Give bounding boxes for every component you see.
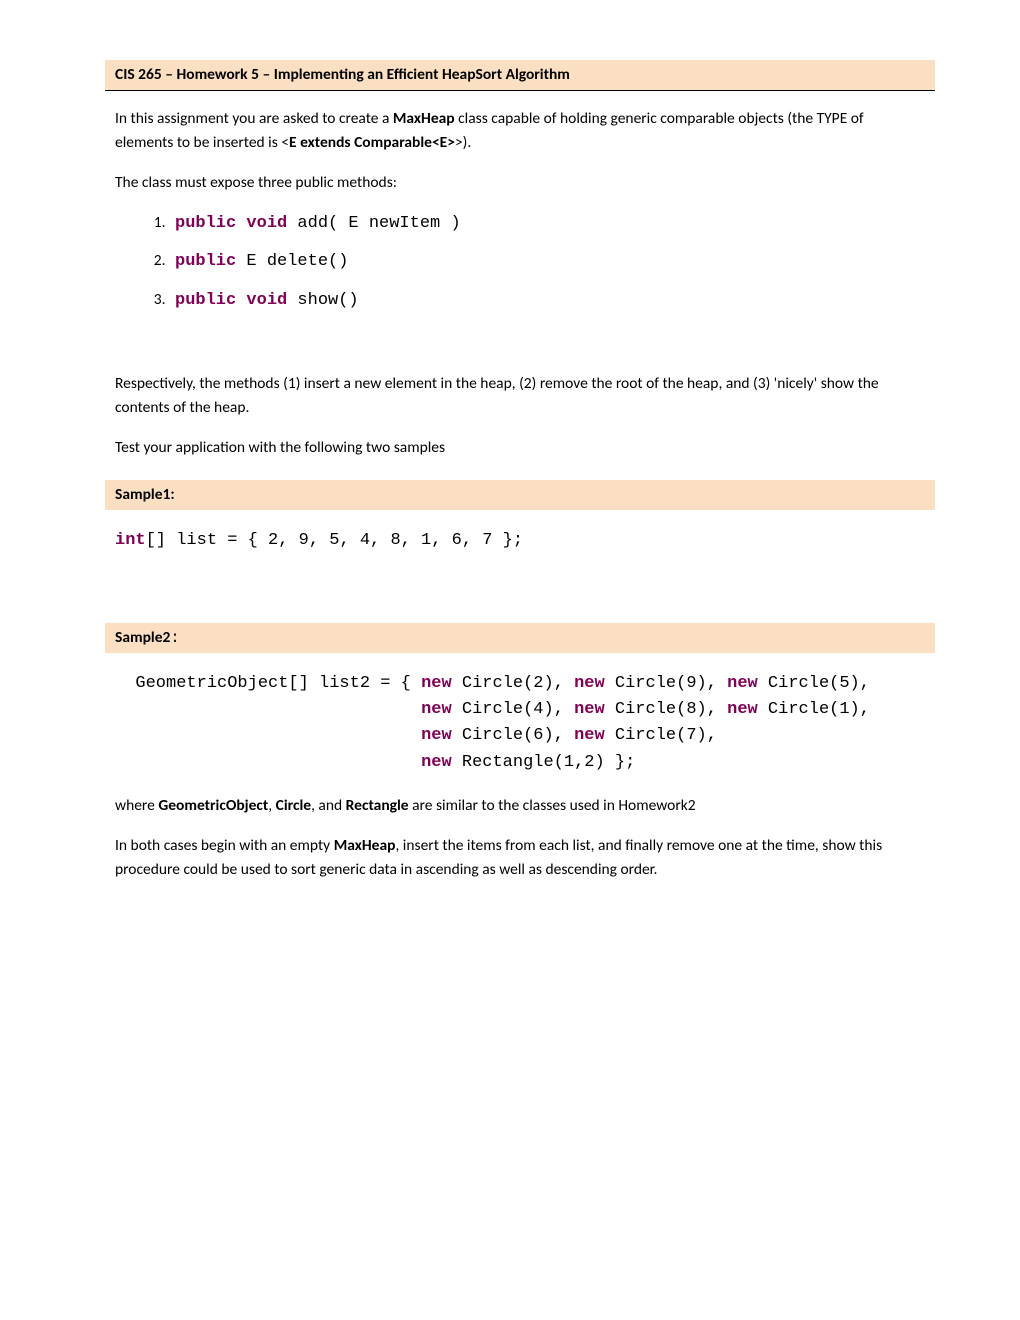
keyword: public void: [175, 214, 287, 233]
code-inline: public E delete(): [175, 252, 348, 271]
keyword: public void: [175, 291, 287, 310]
text-bold: MaxHeap: [393, 109, 455, 128]
methods-list: public void add( E newItem ) public E de…: [115, 211, 925, 314]
sample1-heading: Sample1:: [105, 480, 935, 510]
document-page: CIS 265 – Homework 5 – Implementing an E…: [0, 0, 1020, 958]
code-text: [115, 726, 421, 745]
document-title: CIS 265 – Homework 5 – Implementing an E…: [115, 65, 570, 84]
text-bold: Rectangle: [346, 796, 409, 815]
spacer: [115, 326, 925, 356]
text-bold: GeometricObject: [158, 796, 268, 815]
sample1-code: int[] list = { 2, 9, 5, 4, 8, 1, 6, 7 };: [115, 528, 925, 554]
list-item: public void show(): [169, 288, 925, 314]
code-text: E delete(): [236, 252, 348, 271]
keyword: new: [421, 726, 452, 745]
sample2-code: GeometricObject[] list2 = { new Circle(2…: [115, 671, 925, 776]
keyword: new: [421, 674, 452, 693]
keyword: new: [574, 700, 605, 719]
code-text: [115, 753, 421, 772]
code-text: add( E newItem ): [287, 214, 460, 233]
text: where: [115, 796, 158, 815]
text: , and: [311, 796, 346, 815]
text: are similar to the classes used in Homew…: [409, 796, 696, 815]
footer-paragraph-6: In both cases begin with an empty MaxHea…: [115, 834, 925, 882]
code-text: GeometricObject[] list2 = {: [115, 674, 421, 693]
body-paragraph-3: Respectively, the methods (1) insert a n…: [115, 372, 925, 420]
colon: :: [170, 629, 179, 647]
keyword: int: [115, 531, 146, 550]
code-text: Circle(4),: [452, 700, 574, 719]
code-text: Circle(8),: [605, 700, 727, 719]
keyword: new: [727, 700, 758, 719]
code-text: show(): [287, 291, 358, 310]
code-text: [] list = { 2, 9, 5, 4, 8, 1, 6, 7 };: [146, 531, 523, 550]
document-title-banner: CIS 265 – Homework 5 – Implementing an E…: [105, 60, 935, 91]
code-text: [115, 700, 421, 719]
spacer: [115, 573, 925, 603]
code-text: Circle(1),: [758, 700, 870, 719]
keyword: new: [574, 674, 605, 693]
code-text: Circle(9),: [605, 674, 727, 693]
keyword: public: [175, 252, 236, 271]
list-item: public E delete(): [169, 249, 925, 275]
keyword: new: [574, 726, 605, 745]
text: In this assignment you are asked to crea…: [115, 109, 393, 128]
code-text: Rectangle(1,2) };: [452, 753, 636, 772]
code-inline: public void add( E newItem ): [175, 214, 461, 233]
text-bold: E extends Comparable<E>: [289, 133, 455, 152]
code-text: Circle(7),: [605, 726, 717, 745]
text-bold: MaxHeap: [334, 836, 396, 855]
sample1-label: Sample1:: [115, 485, 175, 504]
keyword: new: [727, 674, 758, 693]
code-text: Circle(6),: [452, 726, 574, 745]
sample2-heading: Sample2:: [105, 623, 935, 653]
text: In both cases begin with an empty: [115, 836, 334, 855]
text: >).: [455, 133, 471, 152]
keyword: new: [421, 700, 452, 719]
sample2-label: Sample2: [115, 628, 170, 647]
body-paragraph-4: Test your application with the following…: [115, 436, 925, 460]
intro-paragraph-2: The class must expose three public metho…: [115, 171, 925, 195]
text-bold: Circle: [276, 796, 311, 815]
footer-paragraph-5: where GeometricObject, Circle, and Recta…: [115, 794, 925, 818]
keyword: new: [421, 753, 452, 772]
text: ,: [268, 796, 275, 815]
intro-paragraph-1: In this assignment you are asked to crea…: [115, 107, 925, 155]
code-text: Circle(5),: [758, 674, 870, 693]
code-text: Circle(2),: [452, 674, 574, 693]
code-inline: public void show(): [175, 291, 359, 310]
list-item: public void add( E newItem ): [169, 211, 925, 237]
